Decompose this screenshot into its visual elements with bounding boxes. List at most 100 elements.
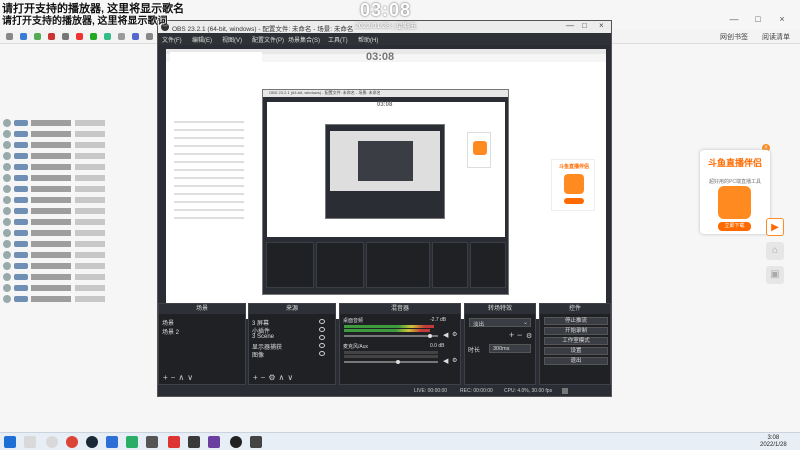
gear-icon[interactable]: ⚙ (526, 332, 532, 340)
exit-button[interactable]: 退出 (544, 357, 608, 365)
scene-item[interactable]: 场景 (162, 318, 174, 327)
audio-meter (344, 351, 438, 354)
app-icon[interactable] (106, 436, 118, 448)
gear-icon[interactable]: ⚙ (452, 331, 457, 338)
obs-menubar: 文件(F) 编辑(E) 视图(V) 配置文件(P) 场景集合(S) 工具(T) … (158, 33, 611, 45)
bookmark-icon[interactable] (6, 33, 13, 40)
wechat-icon[interactable] (126, 436, 138, 448)
add-icon[interactable]: + (163, 373, 171, 382)
list-item (3, 239, 148, 249)
menu-scene-collection[interactable]: 场景集合(S) (288, 35, 320, 44)
windows-start-icon[interactable] (4, 436, 16, 448)
list-item (3, 184, 148, 194)
menu-profile[interactable]: 配置文件(P) (252, 35, 284, 44)
maximize-icon[interactable]: □ (752, 14, 764, 24)
app-icon[interactable] (208, 436, 220, 448)
obs-icon[interactable] (230, 436, 242, 448)
nested-overlay-clock: 03:08 (366, 51, 395, 63)
nested-obs-title: OBS 23.2.1 (64-bit, windows) - 配置文件: 未命名… (263, 90, 508, 97)
home-icon[interactable]: ⌂ (766, 242, 784, 260)
volume-slider-knob[interactable] (396, 360, 400, 364)
visibility-eye-icon[interactable] (319, 319, 325, 324)
source-item[interactable]: 图像 (252, 350, 264, 359)
visibility-eye-icon[interactable] (319, 343, 325, 348)
gear-icon[interactable]: ⚙ (452, 357, 457, 364)
gear-icon[interactable]: ⚙ (268, 373, 278, 382)
start-recording-button[interactable]: 开始录制 (544, 327, 608, 335)
menu-view[interactable]: 视图(V) (222, 35, 242, 44)
promo-card[interactable]: 斗鱼直播伴侣 超好用的PC端直播工具 立即下载 (700, 150, 770, 234)
maximize-icon[interactable]: □ (582, 21, 587, 30)
duration-label: 时长 (468, 348, 481, 354)
close-icon[interactable]: × (776, 14, 788, 24)
taskbar-clock[interactable]: 3:08 2022/1/28 (760, 435, 787, 449)
volume-slider[interactable] (344, 335, 438, 337)
bookmark-icon[interactable] (90, 33, 97, 40)
promo-subtitle: 超好用的PC端直播工具 (709, 179, 761, 185)
bookmark-icon[interactable] (20, 33, 27, 40)
add-icon[interactable]: + (253, 373, 261, 382)
chrome-app-icon[interactable] (66, 436, 78, 448)
app-icon[interactable] (168, 436, 180, 448)
speaker-icon[interactable]: ◀ (443, 331, 448, 339)
menu-edit[interactable]: 编辑(E) (192, 35, 212, 44)
status-indicator-icon (562, 388, 568, 394)
menu-file[interactable]: 文件(F) (162, 35, 182, 44)
reading-list[interactable]: 阅读清单 (762, 32, 790, 42)
bookmark-icon[interactable] (132, 33, 139, 40)
bookmark-icon[interactable] (48, 33, 55, 40)
bookmark-icon[interactable] (76, 33, 83, 40)
move-down-icon[interactable]: ∨ (187, 373, 196, 382)
bookmark-folder-1[interactable]: 网创书签 (720, 32, 748, 42)
source-item[interactable]: 3 Scene (252, 334, 274, 340)
mixer-channel-db: 0.0 dB (430, 343, 445, 349)
bookmark-icon[interactable] (118, 33, 125, 40)
live-timer: LIVE: 00:00:00 (414, 388, 448, 394)
lyrics-overlay: 请打开支持的播放器, 这里将显示歌词 (2, 16, 168, 27)
promo-title: 斗鱼直播伴侣 (707, 158, 762, 168)
image-icon[interactable]: ▣ (766, 266, 784, 284)
speaker-icon[interactable]: ◀ (443, 357, 448, 365)
visibility-eye-icon[interactable] (319, 327, 325, 332)
volume-slider[interactable] (344, 361, 438, 363)
duration-input[interactable]: 300ms (489, 344, 531, 353)
close-icon[interactable]: × (599, 21, 604, 30)
app-icon[interactable] (146, 436, 158, 448)
move-up-icon[interactable]: ∧ (178, 373, 187, 382)
obs-preview[interactable]: 03:08 OBS 23.2.1 (64-bit, windows) - 配置文… (166, 49, 606, 319)
search-icon[interactable] (24, 436, 36, 448)
minimize-icon[interactable]: — (566, 21, 574, 30)
app-icon[interactable] (250, 436, 262, 448)
app-icon[interactable] (188, 436, 200, 448)
list-item (3, 173, 148, 183)
menu-help[interactable]: 帮助(H) (358, 35, 378, 44)
visibility-eye-icon[interactable] (319, 351, 325, 356)
chrome-icon[interactable] (46, 436, 58, 448)
move-down-icon[interactable]: ∨ (287, 373, 296, 382)
steam-icon[interactable] (86, 436, 98, 448)
remove-icon[interactable]: − (517, 330, 522, 340)
scene-item[interactable]: 场景 2 (162, 327, 179, 336)
avatar (3, 295, 11, 303)
taskbar: 3:08 2022/1/28 (0, 432, 800, 450)
list-item (3, 250, 148, 260)
menu-tools[interactable]: 工具(T) (328, 35, 348, 44)
visibility-eye-icon[interactable] (319, 335, 325, 340)
bookmark-icon[interactable] (104, 33, 111, 40)
bookmark-icon[interactable] (62, 33, 69, 40)
play-icon[interactable]: ▶ (766, 218, 784, 236)
add-icon[interactable]: + (509, 330, 514, 340)
settings-button[interactable]: 设置 (544, 347, 608, 355)
bookmark-icon[interactable] (34, 33, 41, 40)
stop-streaming-button[interactable]: 停止推流 (544, 317, 608, 325)
overlay-date: 2022/01/28 | 星期五 (355, 23, 417, 30)
volume-slider-knob[interactable] (428, 334, 432, 338)
bookmark-icon[interactable] (146, 33, 153, 40)
promo-download-button[interactable]: 立即下载 (718, 222, 751, 231)
studio-mode-button[interactable]: 工作室模式 (544, 337, 608, 345)
transition-select[interactable]: 淡出 ⌄ (469, 318, 531, 328)
nested-chat-list (174, 115, 244, 225)
nested-promo-card (467, 132, 491, 168)
avatar (3, 262, 11, 270)
minimize-icon[interactable]: — (728, 14, 740, 24)
